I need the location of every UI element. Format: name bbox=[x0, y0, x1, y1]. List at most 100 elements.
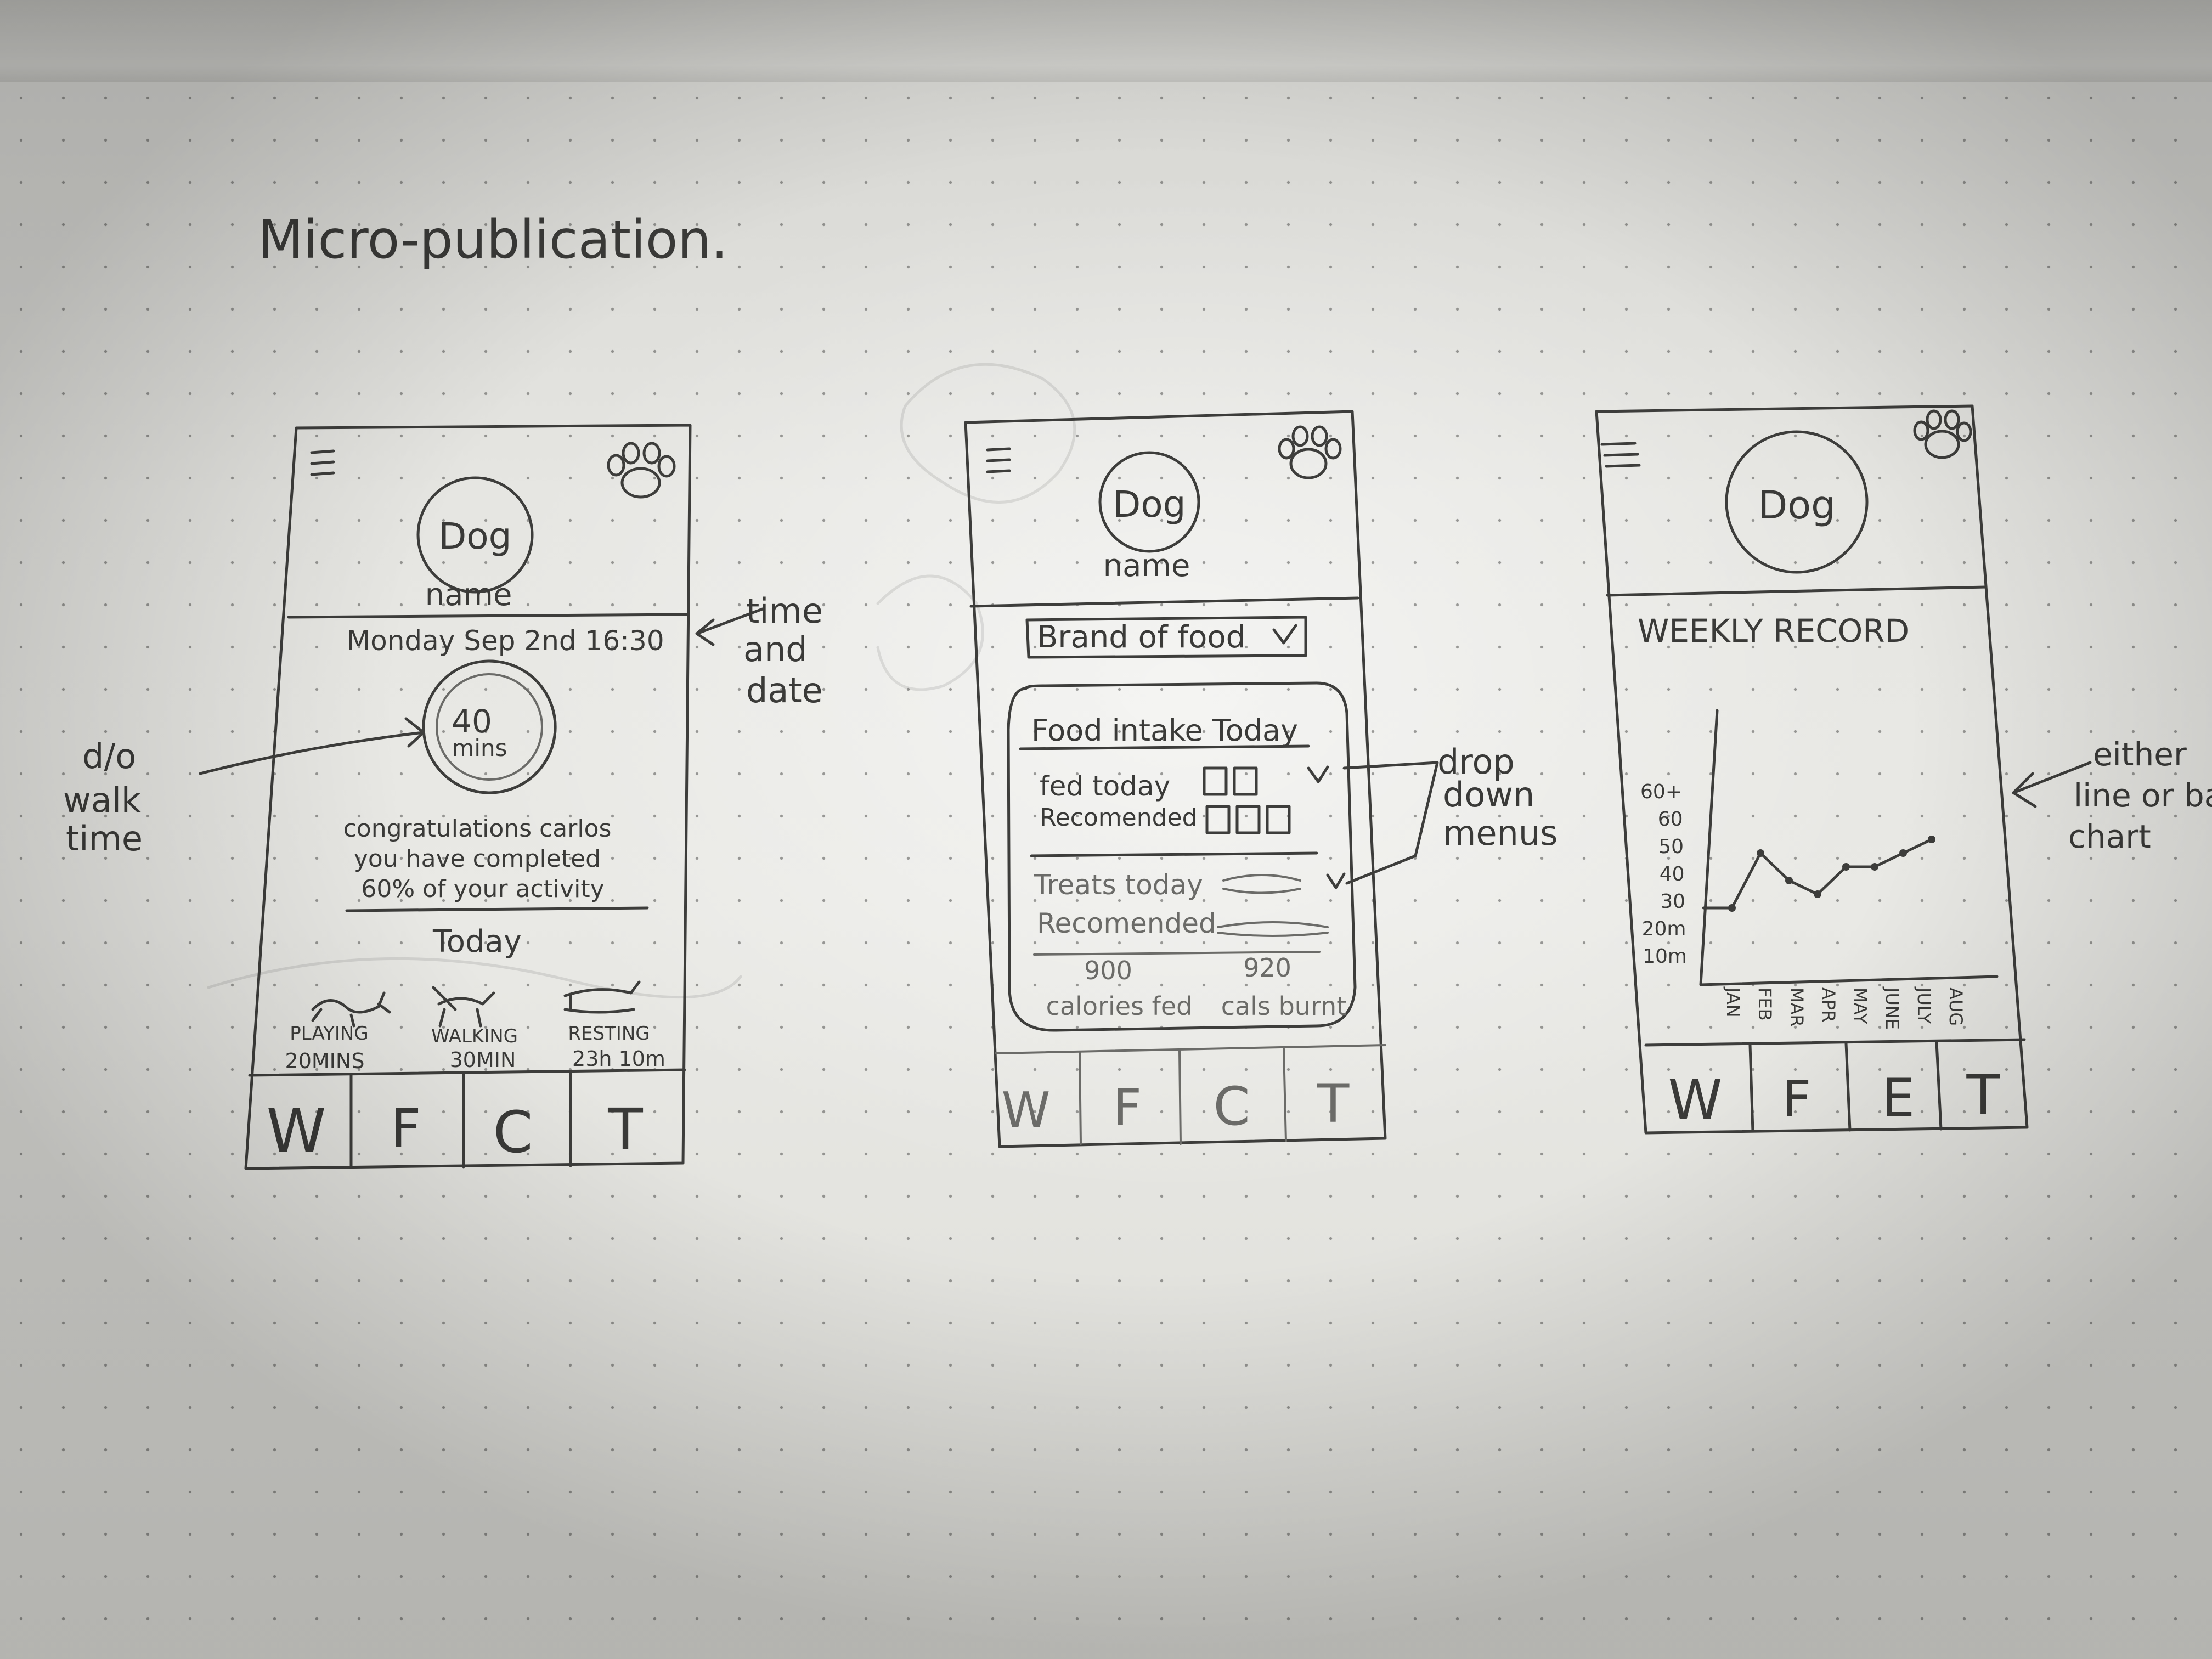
tab-w[interactable]: W bbox=[1002, 1082, 1051, 1139]
annotation-either: either bbox=[2093, 736, 2187, 773]
tab-f[interactable]: F bbox=[1113, 1079, 1142, 1137]
annotation-time2: time bbox=[66, 819, 143, 859]
data-point bbox=[1871, 863, 1878, 871]
screen-3-tabbar-divider bbox=[1644, 1038, 2026, 1047]
annotation-walk: walk bbox=[63, 780, 141, 820]
annotation-date: date bbox=[746, 670, 823, 710]
activity-label-walking: WALKING bbox=[431, 1025, 518, 1047]
paper-sheet: Micro-publication. Dog name Monday Sep 2 bbox=[0, 0, 2212, 1659]
hamburger-menu-icon[interactable] bbox=[1600, 442, 1641, 468]
cal-fed-value: 900 bbox=[1084, 956, 1132, 985]
weekly-record-chart[interactable]: 10m 20m 30 40 50 60 60+ JAN FEB MAR APR MAY JUNE JUL… bbox=[1640, 709, 1999, 1030]
annotation-down: down bbox=[1443, 775, 1534, 815]
y-tick-label: 40 bbox=[1660, 863, 1685, 885]
data-point bbox=[1928, 836, 1936, 843]
chart-y-ticks: 10m 20m 30 40 50 60 60+ bbox=[1640, 781, 1687, 968]
dropdown-label: Brand of food bbox=[1037, 619, 1245, 655]
paw-icon[interactable] bbox=[1278, 425, 1342, 479]
dog-name-label: name bbox=[1103, 548, 1190, 584]
screen-2-header-divider bbox=[969, 596, 1359, 608]
ghost-sketch bbox=[207, 363, 1076, 999]
weekly-record-title: WEEKLY RECORD bbox=[1638, 612, 1909, 650]
hamburger-menu-icon[interactable] bbox=[310, 449, 335, 476]
treat-icons bbox=[1217, 874, 1329, 937]
x-tick-label: JUNE bbox=[1882, 986, 1903, 1030]
tab-t[interactable]: T bbox=[1966, 1063, 2000, 1127]
screen-1-tab-dividers bbox=[349, 1070, 572, 1169]
y-tick-label: 30 bbox=[1660, 890, 1685, 913]
screen-2-phone: Dog name Brand of food Food intake Today… bbox=[964, 410, 1387, 1148]
data-point bbox=[1814, 890, 1821, 898]
tab-t[interactable]: T bbox=[607, 1096, 643, 1163]
activity-value-resting: 23h 10m bbox=[572, 1047, 665, 1071]
screen-1-header-divider bbox=[287, 613, 690, 619]
screen-3-phone: Dog WEEKLY RECORD 10m 20m 30 40 50 60 60+ JAN F… bbox=[1595, 404, 2029, 1135]
tab-c[interactable]: C bbox=[493, 1099, 533, 1166]
card-title: Food intake Today bbox=[1031, 713, 1298, 748]
y-tick-label: 60 bbox=[1658, 808, 1683, 831]
y-tick-label: 60+ bbox=[1640, 781, 1682, 803]
avatar-label: Dog bbox=[1113, 483, 1186, 526]
tab-t[interactable]: T bbox=[1317, 1073, 1350, 1135]
y-tick-label: 50 bbox=[1658, 836, 1684, 858]
card-divider bbox=[1030, 851, 1318, 857]
fed-today-label: fed today bbox=[1040, 770, 1170, 802]
paw-icon[interactable] bbox=[607, 442, 676, 499]
treats-today-label: Treats today bbox=[1034, 869, 1203, 901]
screen-1-phone: Dog name Monday Sep 2nd 16:30 40 mins co… bbox=[244, 424, 692, 1170]
chart-x-ticks: JAN FEB MAR APR MAY JUNE JULY AUG bbox=[1723, 986, 1966, 1030]
screen-2-tabbar-divider bbox=[995, 1044, 1386, 1054]
annotation-chart: either line or ba chart bbox=[2012, 736, 2212, 855]
tab-e[interactable]: E bbox=[1882, 1068, 1915, 1129]
activity-value-playing: 20MINS bbox=[285, 1049, 365, 1073]
activity-value-walking: 30MIN bbox=[450, 1048, 516, 1072]
x-tick-label: FEB bbox=[1754, 988, 1775, 1021]
screen-3-header-divider bbox=[1606, 585, 1988, 597]
chart-axes bbox=[1699, 709, 1999, 986]
y-tick-label: 10m bbox=[1643, 945, 1687, 968]
y-tick-label: 20m bbox=[1642, 918, 1686, 940]
annotation-line-or-bar: line or ba bbox=[2074, 777, 2212, 814]
recommended-label: Recomended bbox=[1040, 804, 1198, 832]
today-heading: Today bbox=[432, 924, 522, 960]
sketch-canvas: Micro-publication. Dog name Monday Sep 2 bbox=[63, 209, 2212, 1170]
paw-icon[interactable] bbox=[1913, 409, 1972, 459]
data-point bbox=[1899, 849, 1907, 857]
tab-w[interactable]: W bbox=[267, 1096, 326, 1166]
x-tick-label: AUG bbox=[1945, 988, 1966, 1026]
tab-f[interactable]: F bbox=[1782, 1070, 1812, 1128]
cal-fed-label: calories fed bbox=[1046, 991, 1193, 1021]
x-tick-label: JAN bbox=[1723, 986, 1743, 1018]
annotation-time: time bbox=[746, 591, 823, 631]
datetime-text: Monday Sep 2nd 16:30 bbox=[347, 625, 664, 657]
walking-dog-icon bbox=[432, 986, 495, 1028]
congrats-line-3: 60% of your activity bbox=[361, 875, 604, 903]
x-tick-label: MAY bbox=[1850, 988, 1871, 1024]
chevron-down-icon bbox=[1272, 624, 1297, 645]
page-title: Micro-publication. bbox=[258, 209, 728, 270]
avatar-label: Dog bbox=[438, 515, 511, 557]
tab-f[interactable]: F bbox=[391, 1098, 421, 1159]
chart-series-line bbox=[1702, 836, 1936, 912]
annotation-drop-down: drop down menus bbox=[1342, 742, 1558, 885]
food-brand-dropdown[interactable]: Brand of food bbox=[1025, 616, 1307, 659]
tab-w[interactable]: W bbox=[1668, 1068, 1723, 1132]
recommended-treats-label: Recomended bbox=[1037, 907, 1216, 939]
x-tick-label: JULY bbox=[1914, 986, 1934, 1024]
data-point bbox=[1785, 877, 1793, 884]
x-tick-label: MAR bbox=[1786, 988, 1807, 1027]
data-point bbox=[1757, 849, 1764, 857]
congrats-underline bbox=[345, 906, 649, 912]
annotation-time-date: time and date bbox=[695, 591, 823, 710]
food-bowl-icons bbox=[1203, 766, 1291, 834]
congrats-line-2: you have completed bbox=[354, 845, 601, 873]
chevron-down-icon[interactable] bbox=[1326, 872, 1346, 889]
chevron-down-icon[interactable] bbox=[1307, 765, 1329, 783]
x-tick-label: APR bbox=[1818, 988, 1839, 1022]
activity-label-resting: RESTING bbox=[568, 1023, 650, 1045]
data-point bbox=[1728, 904, 1736, 912]
hamburger-menu-icon[interactable] bbox=[986, 447, 1011, 473]
tab-c[interactable]: C bbox=[1213, 1076, 1250, 1137]
cal-burnt-value: 920 bbox=[1243, 953, 1291, 983]
annotation-chart-word: chart bbox=[2068, 818, 2151, 855]
